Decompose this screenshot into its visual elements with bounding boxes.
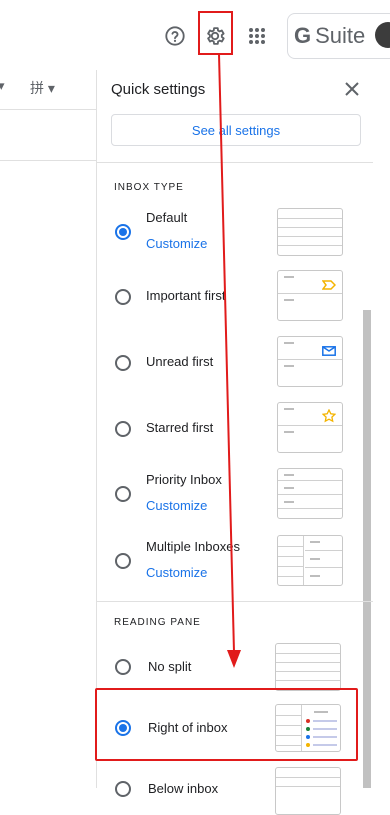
star-icon xyxy=(322,409,336,423)
divider xyxy=(97,162,373,163)
top-bar: G Suite xyxy=(0,0,390,70)
option-label: Multiple Inboxes xyxy=(146,539,240,554)
multiple-inboxes-thumbnail xyxy=(277,535,343,586)
close-icon xyxy=(345,82,359,96)
close-button[interactable] xyxy=(343,80,361,104)
gsuite-g: G xyxy=(294,23,312,48)
apps-button[interactable] xyxy=(245,24,269,48)
important-first-thumbnail xyxy=(277,270,343,321)
option-label: Below inbox xyxy=(148,781,219,796)
reading-pane-option-below-inbox[interactable]: Below inbox xyxy=(97,767,373,815)
default-thumbnail xyxy=(277,208,343,256)
toolbar-row: ▾ 拼 ▾ xyxy=(0,70,96,110)
settings-highlight-box xyxy=(198,11,233,55)
divider xyxy=(97,601,373,602)
inbox-option-priority-inbox[interactable]: Priority Inbox Customize xyxy=(97,468,373,524)
quick-settings-panel: Quick settings See all settings INBOX TY… xyxy=(96,70,390,815)
inbox-option-important-first[interactable]: Important first xyxy=(97,270,373,324)
mail-area xyxy=(0,70,96,788)
divider xyxy=(0,160,96,161)
inbox-option-default[interactable]: Default Customize xyxy=(97,208,373,264)
radio-important-first[interactable] xyxy=(115,289,131,305)
option-label: Default xyxy=(146,210,188,225)
radio-priority-inbox[interactable] xyxy=(115,486,131,502)
chevron-down-icon[interactable]: ▾ xyxy=(0,78,5,94)
radio-default[interactable] xyxy=(115,224,131,240)
option-label: No split xyxy=(148,659,192,674)
input-tools-button[interactable]: 拼 ▾ xyxy=(30,78,55,98)
gsuite-label: Suite xyxy=(315,23,366,48)
help-button[interactable] xyxy=(163,24,187,48)
radio-below-inbox[interactable] xyxy=(115,781,131,797)
envelope-icon xyxy=(322,346,336,356)
apps-grid-icon xyxy=(249,28,265,44)
inbox-option-starred-first[interactable]: Starred first xyxy=(97,402,373,456)
unread-first-thumbnail xyxy=(277,336,343,387)
reading-pane-heading: READING PANE xyxy=(114,617,201,628)
no-split-thumbnail xyxy=(275,643,341,691)
customize-link[interactable]: Customize xyxy=(146,236,207,251)
option-label: Starred first xyxy=(146,420,214,435)
customize-link[interactable]: Customize xyxy=(146,498,207,513)
radio-no-split[interactable] xyxy=(115,659,131,675)
inbox-option-multiple-inboxes[interactable]: Multiple Inboxes Customize xyxy=(97,535,373,591)
option-label: Unread first xyxy=(146,354,214,369)
important-marker-icon xyxy=(322,280,336,290)
option-label: Important first xyxy=(146,288,226,303)
option-label: Priority Inbox xyxy=(146,472,222,487)
radio-unread-first[interactable] xyxy=(115,355,131,371)
starred-first-thumbnail xyxy=(277,402,343,453)
panel-title: Quick settings xyxy=(111,81,206,98)
inbox-type-heading: INBOX TYPE xyxy=(114,182,184,193)
radio-multiple-inboxes[interactable] xyxy=(115,553,131,569)
radio-starred-first[interactable] xyxy=(115,421,131,437)
inbox-option-unread-first[interactable]: Unread first xyxy=(97,336,373,390)
priority-inbox-thumbnail xyxy=(277,468,343,519)
reading-pane-option-no-split[interactable]: No split xyxy=(97,643,373,693)
see-all-settings-button[interactable]: See all settings xyxy=(111,114,361,146)
right-of-inbox-highlight-box xyxy=(95,688,358,761)
customize-link[interactable]: Customize xyxy=(146,565,207,580)
help-circle-icon xyxy=(165,26,185,46)
below-inbox-thumbnail xyxy=(275,767,341,815)
